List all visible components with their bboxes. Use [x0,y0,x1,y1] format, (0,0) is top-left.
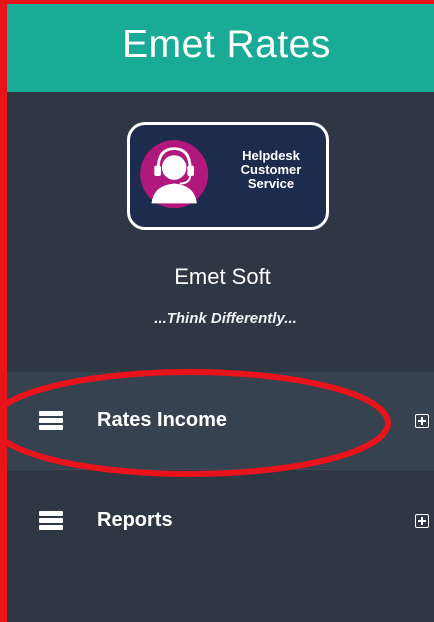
logo-text-line: Helpdesk [242,148,300,163]
logo-text-line: Service [247,176,295,191]
menu-item-rates-income[interactable]: Rates Income [7,372,434,470]
menu-item-label: Reports [97,509,173,531]
helpdesk-logo: Helpdesk Customer Service [127,122,329,230]
menu-item-reports[interactable]: Reports [7,472,434,569]
app-title: Emet Rates [122,23,331,66]
plus-square-icon[interactable] [415,413,429,428]
logo-text-line: Customer [240,162,302,177]
logo-text: Helpdesk Customer Service [216,149,326,191]
app-header: Emet Rates [7,4,434,92]
screenshot-frame: Emet Rates Helpdesk Customer Service Eme… [0,0,434,622]
tagline: ...Think Differently... [154,310,297,327]
menu-item-label: Rates Income [97,409,228,431]
profile-panel: Helpdesk Customer Service Emet Soft ...T… [7,92,434,372]
organization-name: Emet Soft [174,264,271,289]
server-stack-icon [39,510,63,531]
sidebar: Emet Rates Helpdesk Customer Service Eme… [0,4,434,622]
server-stack-icon [39,410,63,431]
plus-square-icon[interactable] [415,513,429,528]
